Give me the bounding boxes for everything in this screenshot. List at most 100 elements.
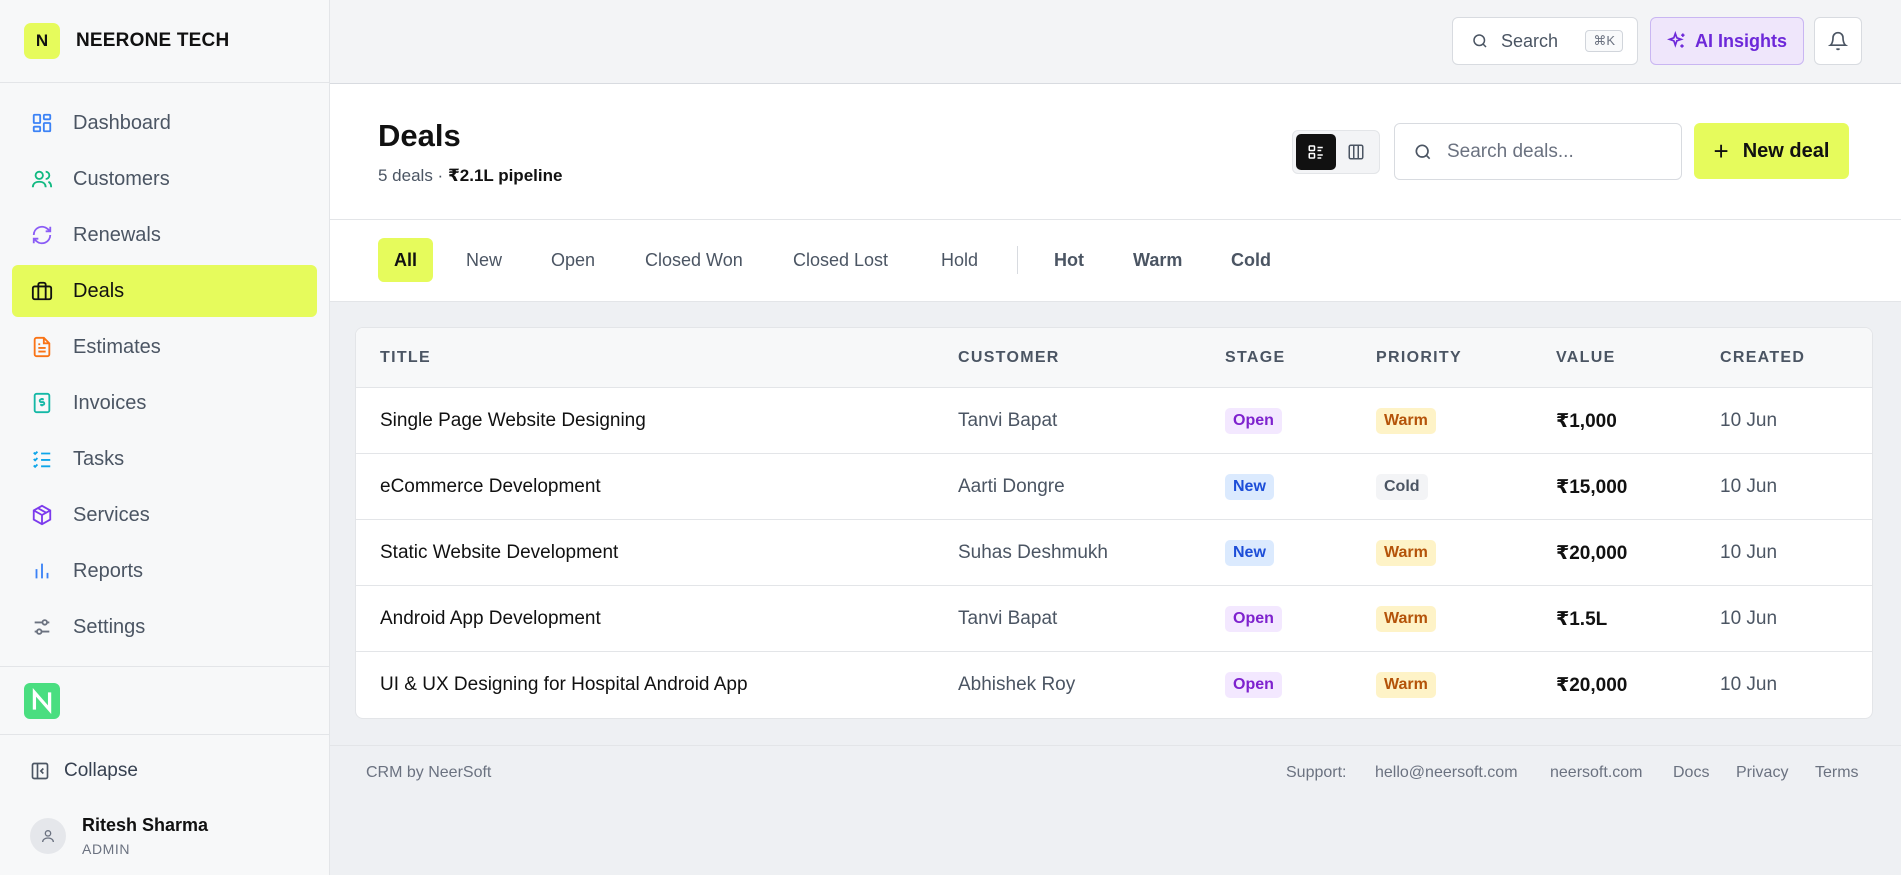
deal-title[interactable]: Single Page Website Designing [380, 388, 646, 454]
deal-created: 10 Jun [1720, 476, 1778, 497]
filter-tab-closed-lost[interactable]: Closed Lost [777, 238, 904, 282]
priority-badge: Warm [1376, 408, 1436, 434]
deal-value: ₹20,000 [1556, 674, 1628, 696]
deal-title[interactable]: eCommerce Development [380, 454, 601, 520]
deal-value: ₹15,000 [1556, 476, 1628, 498]
list-view-button[interactable] [1296, 134, 1336, 170]
column-header-value[interactable]: VALUE [1556, 349, 1616, 367]
user-role: ADMIN [82, 841, 131, 857]
stage-badge: Open [1225, 672, 1282, 698]
user-icon [42, 830, 54, 843]
sidebar-item-services[interactable]: Services [12, 489, 317, 541]
footer: CRM by NeerSoft Support: hello@neersoft.… [330, 745, 1901, 797]
columns-icon [1348, 144, 1364, 160]
sidebar-item-reports[interactable]: Reports [12, 545, 317, 597]
footer-credit: CRM by NeerSoft [366, 764, 492, 781]
priority-badge: Warm [1376, 540, 1436, 566]
filter-tab-warm[interactable]: Warm [1117, 238, 1198, 282]
company-logo-icon [24, 683, 60, 719]
priority-badge: Warm [1376, 606, 1436, 632]
notifications-button[interactable] [1814, 17, 1862, 65]
table-row[interactable]: Static Website Development Suhas Deshmuk… [356, 520, 1872, 586]
sidebar-item-label: Tasks [73, 447, 125, 470]
footer-docs-link[interactable]: Docs [1673, 764, 1709, 782]
table-row[interactable]: eCommerce Development Aarti Dongre New C… [356, 454, 1872, 520]
search-icon [1473, 34, 1487, 48]
sidebar-item-label: Dashboard [73, 111, 171, 134]
sidebar-item-estimates[interactable]: Estimates [12, 321, 317, 373]
collapse-button[interactable]: Collapse [30, 760, 138, 782]
sidebar-item-label: Deals [73, 279, 125, 302]
invoice-icon [30, 391, 54, 415]
deal-value: ₹1.5L [1556, 608, 1608, 630]
global-search-label: Search [1501, 30, 1559, 51]
brand-logo: N [24, 23, 60, 59]
user-name: Ritesh Sharma [82, 815, 209, 835]
deal-created: 10 Jun [1720, 674, 1778, 695]
page-title: Deals [378, 118, 461, 153]
new-deal-label: New deal [1742, 139, 1830, 162]
avatar [30, 818, 66, 854]
refresh-icon [30, 223, 54, 247]
table-row[interactable]: UI & UX Designing for Hospital Android A… [356, 652, 1872, 718]
ai-insights-button[interactable]: AI Insights [1650, 17, 1804, 65]
filter-tab-open[interactable]: Open [535, 238, 611, 282]
column-header-customer[interactable]: CUSTOMER [958, 349, 1060, 367]
sidebar-item-invoices[interactable]: Invoices [12, 377, 317, 429]
deal-search-field[interactable] [1394, 123, 1682, 180]
new-deal-button[interactable]: + New deal [1694, 123, 1849, 179]
filter-tab-closed-won[interactable]: Closed Won [629, 238, 759, 282]
filter-tab-new[interactable]: New [450, 238, 518, 282]
plus-icon: + [1713, 136, 1729, 166]
deal-title[interactable]: Android App Development [380, 586, 601, 652]
filter-divider [1017, 246, 1018, 274]
filter-tab-all[interactable]: All [378, 238, 434, 282]
footer-email-link[interactable]: hello@neersoft.com [1375, 764, 1518, 782]
table-row[interactable]: Single Page Website Designing Tanvi Bapa… [356, 388, 1872, 454]
collapse-label: Collapse [64, 760, 138, 781]
sidebar-item-renewals[interactable]: Renewals [12, 209, 317, 261]
sidebar-item-dashboard[interactable]: Dashboard [12, 97, 317, 149]
footer-privacy-link[interactable]: Privacy [1736, 764, 1788, 782]
dashboard-icon [30, 111, 54, 135]
board-view-button[interactable] [1336, 134, 1376, 170]
column-header-created[interactable]: CREATED [1720, 349, 1805, 367]
column-header-priority[interactable]: PRIORITY [1376, 349, 1462, 367]
sidebar-item-tasks[interactable]: Tasks [12, 433, 317, 485]
global-search-button[interactable]: Search ⌘K [1452, 17, 1638, 65]
sidebar-item-settings[interactable]: Settings [12, 601, 317, 653]
user-profile[interactable]: Ritesh Sharma ADMIN [30, 815, 208, 857]
column-header-stage[interactable]: STAGE [1225, 349, 1285, 367]
deal-customer: Tanvi Bapat [958, 410, 1058, 431]
deal-title[interactable]: Static Website Development [380, 520, 618, 586]
filter-tab-hot[interactable]: Hot [1038, 238, 1100, 282]
deal-count: 5 deals [378, 166, 433, 185]
deal-search-input[interactable] [1447, 140, 1667, 163]
footer-terms-link[interactable]: Terms [1815, 764, 1859, 782]
table-row[interactable]: Android App Development Tanvi Bapat Open… [356, 586, 1872, 652]
filter-tab-hold[interactable]: Hold [925, 238, 994, 282]
deal-title[interactable]: UI & UX Designing for Hospital Android A… [380, 652, 748, 718]
column-header-title[interactable]: TITLE [380, 349, 431, 367]
deal-value: ₹20,000 [1556, 542, 1628, 564]
sidebar-item-deals[interactable]: Deals [12, 265, 317, 317]
list-view-icon [1308, 145, 1323, 159]
footer-site-link[interactable]: neersoft.com [1550, 764, 1642, 782]
stage-badge: New [1225, 540, 1274, 566]
briefcase-icon [30, 279, 54, 303]
summary-separator: · [432, 166, 448, 185]
deal-customer: Tanvi Bapat [958, 608, 1058, 629]
sidebar-item-label: Settings [73, 615, 146, 638]
pipeline-value: ₹2.1L pipeline [447, 166, 563, 185]
package-icon [30, 503, 54, 527]
deal-customer: Suhas Deshmukh [958, 542, 1108, 563]
sidebar-item-label: Estimates [73, 335, 161, 358]
sidebar-item-label: Invoices [73, 391, 147, 414]
brand[interactable]: N NEERONE TECH [0, 0, 329, 83]
checklist-icon [30, 447, 54, 471]
filter-tab-cold[interactable]: Cold [1215, 238, 1287, 282]
deal-created: 10 Jun [1720, 608, 1778, 629]
sidebar-item-customers[interactable]: Customers [12, 153, 317, 205]
filter-bar: All New Open Closed Won Closed Lost Hold… [330, 220, 1901, 302]
sidebar-divider [0, 666, 330, 667]
